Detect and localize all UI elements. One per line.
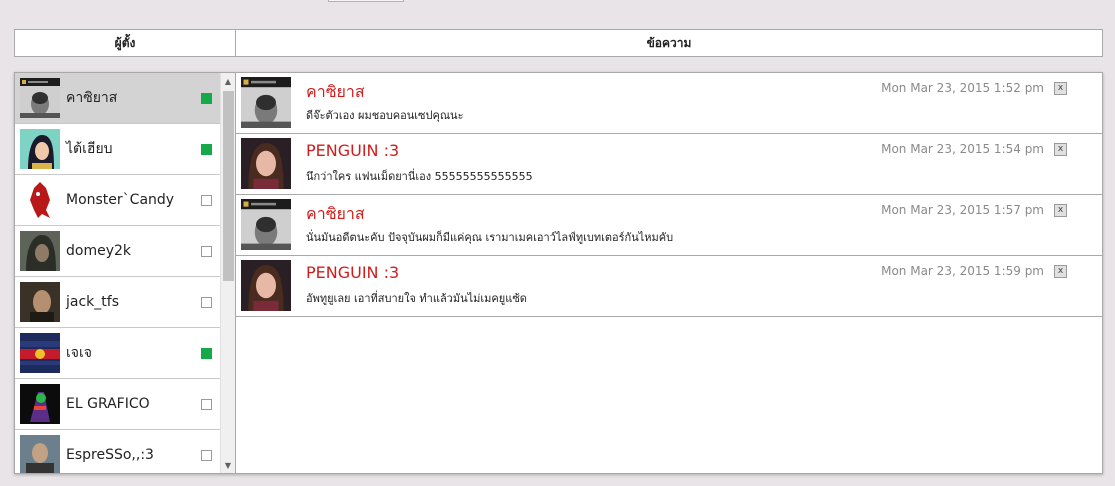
avatar <box>20 129 60 169</box>
message-text: นึกว่าใคร แฟนเม็ดยานี่เอง 55555555555555 <box>306 170 533 183</box>
message-avatar[interactable] <box>241 77 291 128</box>
online-status-icon <box>201 92 212 104</box>
message-timestamp: Mon Mar 23, 2015 1:59 pm <box>881 264 1044 278</box>
offline-status-icon <box>201 194 212 206</box>
scroll-thumb[interactable] <box>223 91 234 281</box>
message-list: คาซิยาส Mon Mar 23, 2015 1:52 pm x ดีจ๊ะตัว… <box>236 73 1102 473</box>
user-list-item[interactable]: EL GRAFICO <box>15 379 220 430</box>
user-list-scrollbar[interactable]: ▲ ▼ <box>220 73 235 473</box>
message-item: คาซิยาส Mon Mar 23, 2015 1:52 pm x ดีจ๊ะตัว… <box>236 73 1102 134</box>
user-list-pane: คาซิยาสไต้เฮียบ Monster`Candy domey2k jack_… <box>15 73 236 473</box>
user-name: EspreSSo,,:3 <box>66 447 154 463</box>
message-timestamp: Mon Mar 23, 2015 1:52 pm <box>881 81 1044 95</box>
scroll-up-icon[interactable]: ▲ <box>221 73 235 89</box>
avatar <box>20 384 60 424</box>
user-name: domey2k <box>66 243 132 259</box>
message-author[interactable]: PENGUIN :3 <box>306 141 399 160</box>
message-text: อัพทูยูเลย เอาที่สบายใจ ทำแล้วมันไม่เมคย… <box>306 292 527 305</box>
avatar <box>20 333 60 373</box>
message-column-header: ข้อความ <box>646 35 692 50</box>
user-name: EL GRAFICO <box>66 396 150 412</box>
offline-status-icon <box>201 449 212 461</box>
user-name: jack_tfs <box>66 294 119 310</box>
message-author[interactable]: PENGUIN :3 <box>306 263 399 282</box>
user-list-item[interactable]: Monster`Candy <box>15 175 220 226</box>
delete-message-button[interactable]: x <box>1054 204 1067 217</box>
delete-message-button[interactable]: x <box>1054 265 1067 278</box>
delete-message-button[interactable]: x <box>1054 82 1067 95</box>
avatar <box>20 282 60 322</box>
message-item: PENGUIN :3 Mon Mar 23, 2015 1:59 pm x อัพทู… <box>236 256 1102 317</box>
user-name: คาซิยาส <box>66 90 118 106</box>
message-timestamp: Mon Mar 23, 2015 1:57 pm <box>881 203 1044 217</box>
user-list: คาซิยาสไต้เฮียบ Monster`Candy domey2k jack_… <box>15 73 220 473</box>
user-list-item[interactable]: jack_tfs <box>15 277 220 328</box>
message-item: คาซิยาส Mon Mar 23, 2015 1:57 pm x นั่นมันอ… <box>236 195 1102 256</box>
message-avatar[interactable] <box>241 260 291 311</box>
message-timestamp: Mon Mar 23, 2015 1:54 pm <box>881 142 1044 156</box>
offline-status-icon <box>201 245 212 257</box>
scroll-down-icon[interactable]: ▼ <box>221 457 235 473</box>
user-list-item[interactable]: EspreSSo,,:3 <box>15 430 220 473</box>
avatar <box>20 231 60 271</box>
message-text: นั่นมันอดีตนะคับ ปัจจุบันผมก็มีแค่คุณ เร… <box>306 231 674 244</box>
user-list-item[interactable]: คาซิยาส <box>15 73 220 124</box>
user-name: Monster`Candy <box>66 192 175 208</box>
avatar <box>20 78 60 118</box>
top-tab[interactable] <box>328 0 404 2</box>
chat-panel: คาซิยาส ไต้เฮียบ Monster`Candy domey2k jack_… <box>14 72 1103 474</box>
table-header: ผู้ตั้ง ข้อความ <box>14 29 1103 57</box>
message-author[interactable]: คาซิยาส <box>306 80 365 105</box>
message-text: ดีจ๊ะตัวเอง ผมชอบคอนเซปคุณนะ <box>306 109 464 122</box>
avatar <box>20 435 60 473</box>
user-list-item[interactable]: domey2k <box>15 226 220 277</box>
user-name: ไต้เฮียบ <box>66 141 113 157</box>
message-avatar[interactable] <box>241 199 291 250</box>
author-column-header: ผู้ตั้ง <box>15 30 236 56</box>
delete-message-button[interactable]: x <box>1054 143 1067 156</box>
online-status-icon <box>201 143 212 155</box>
offline-status-icon <box>201 398 212 410</box>
message-author[interactable]: คาซิยาส <box>306 202 365 227</box>
online-status-icon <box>201 347 212 359</box>
user-name: เจเจ <box>66 345 92 361</box>
avatar <box>20 180 60 220</box>
offline-status-icon <box>201 296 212 308</box>
message-item: PENGUIN :3 Mon Mar 23, 2015 1:54 pm x นึกว่… <box>236 134 1102 195</box>
message-avatar[interactable] <box>241 138 291 189</box>
user-list-item[interactable]: เจเจ <box>15 328 220 379</box>
user-list-item[interactable]: ไต้เฮียบ <box>15 124 220 175</box>
